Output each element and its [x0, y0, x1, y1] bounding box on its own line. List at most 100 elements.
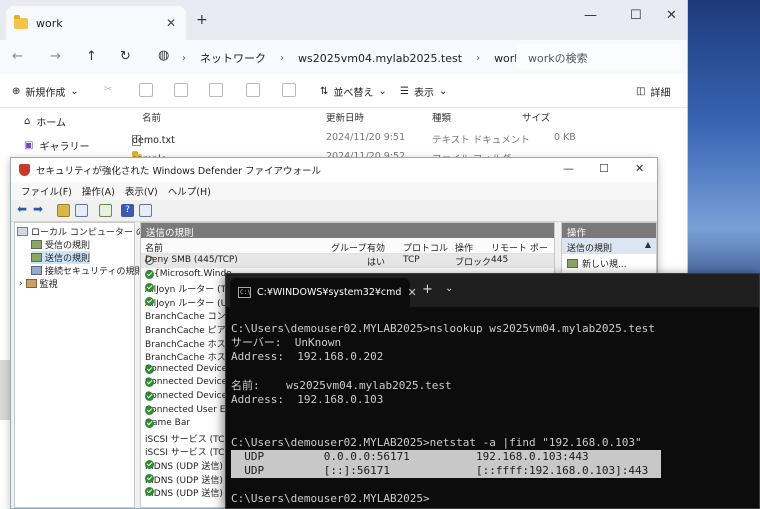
breadcrumb-network[interactable]: ネットワーク [200, 50, 266, 66]
rule-name: mDNS (UDP 送信) [145, 462, 223, 472]
column-protocol[interactable]: プロトコル [403, 241, 448, 254]
sidebar-item-gallery[interactable]: ▣ ギャラリー [24, 138, 89, 153]
terminal-output[interactable]: C:\Users\demouser02.MYLAB2025>nslookup w… [231, 322, 756, 506]
terminal-line: C:\Users\demouser02.MYLAB2025>netstat -a… [231, 435, 642, 449]
terminal-tab[interactable]: C:\ C:¥WINDOWS¥system32¥cmd ✕ [230, 278, 417, 307]
rule-name: Deny SMB (445/TCP) [145, 255, 238, 265]
cmd-icon: C:\ [238, 287, 251, 298]
terminal-line: Address: 192.168.0.202 [231, 350, 384, 364]
file-name: demo.txt [132, 135, 175, 146]
column-type[interactable]: 種類 [432, 110, 451, 124]
refresh-icon[interactable]: ↻ [120, 49, 131, 64]
chevron-right-icon: › [476, 52, 481, 64]
file-type: テキスト ドキュメント [432, 135, 530, 146]
breadcrumb-host[interactable]: ws2025vm04.mylab2025.test [298, 52, 462, 65]
details-button-label: 詳細 [650, 88, 671, 99]
help-icon[interactable]: ? [121, 204, 134, 217]
menu-file[interactable]: ファイル(F) [21, 184, 72, 198]
terminal-window: C:\ C:¥WINDOWS¥system32¥cmd ✕ + ⌄ C:\Use… [225, 273, 760, 509]
forward-arrow-icon[interactable]: → [50, 49, 61, 64]
cut-icon[interactable]: ✂ [104, 84, 112, 95]
maximize-icon[interactable]: ☐ [630, 8, 642, 23]
breadcrumb[interactable]: › ネットワーク › ws2025vm04.mylab2025.test › w… [182, 50, 539, 66]
maximize-icon[interactable]: ☐ [599, 162, 609, 175]
show-tree-icon[interactable] [75, 204, 88, 217]
new-button[interactable]: ⊕ 新規作成 ⌄ [12, 84, 79, 99]
explorer-command-bar: ⊕ 新規作成 ⌄ ✂ ⇅ 並べ替え ⌄ ☰ 表示 ⌄ ◫ 詳細 [0, 74, 687, 108]
export-icon[interactable] [99, 204, 112, 217]
menu-view[interactable]: 表示(V) [125, 184, 158, 198]
chevron-right-icon[interactable]: › [19, 279, 23, 289]
tree-item-inbound[interactable]: 受信の規則 [31, 238, 90, 251]
rename-icon[interactable] [209, 83, 223, 97]
explorer-tab[interactable]: work ✕ [6, 6, 186, 40]
rule-row[interactable]: Deny SMB (445/TCP) はい TCP ブロック 445 [141, 254, 554, 268]
details-button[interactable]: ◫ 詳細 [636, 84, 670, 99]
share-icon[interactable] [246, 83, 260, 97]
column-size[interactable]: サイズ [522, 110, 550, 124]
forward-arrow-icon[interactable]: ➡ [33, 202, 46, 216]
rule-action: ブロック [455, 258, 492, 268]
enabled-check-icon [145, 392, 154, 401]
sort-button[interactable]: ⇅ 並べ替え ⌄ [320, 84, 387, 99]
new-tab-button[interactable]: + [196, 12, 208, 28]
menu-help[interactable]: ヘルプ(H) [168, 184, 211, 198]
terminal-line: C:\Users\demouser02.MYLAB2025>nslookup w… [231, 322, 655, 335]
column-group[interactable]: グループ [331, 241, 366, 254]
inbound-rules-icon [31, 240, 42, 249]
action-new-rule[interactable]: 新しい規... [562, 254, 656, 273]
tree-item-connection-security[interactable]: 接続セキュリティの規則 [31, 264, 143, 277]
column-enabled[interactable]: 有効 [367, 241, 385, 254]
terminal-line: 名前: ws2025vm04.mylab2025.test [231, 378, 452, 392]
chevron-right-icon: › [280, 52, 284, 64]
connection-security-icon [31, 266, 42, 275]
enabled-check-icon [145, 405, 154, 415]
actions-section-header[interactable]: 送信の規則 ▲ [562, 238, 656, 254]
close-icon[interactable]: ✕ [635, 162, 644, 175]
search-input[interactable]: workの検索 [516, 44, 682, 70]
delete-icon[interactable] [282, 83, 296, 97]
back-arrow-icon[interactable]: ← [12, 49, 23, 64]
chevron-down-icon: ⌄ [438, 86, 448, 97]
column-name[interactable]: 名前 [142, 110, 161, 124]
back-arrow-icon[interactable]: ⬅ [17, 202, 30, 216]
column-name[interactable]: 名前 [145, 241, 163, 254]
column-action[interactable]: 操作 [455, 241, 473, 254]
file-modified: 2024/11/20 9:51 [326, 132, 406, 143]
close-icon[interactable]: ✕ [666, 8, 677, 23]
sidebar-item-label: ホーム [36, 118, 67, 129]
enabled-check-icon [145, 364, 154, 374]
new-tab-button[interactable]: + [422, 282, 433, 297]
actions-section-label: 送信の規則 [567, 244, 613, 254]
up-arrow-icon[interactable]: ↑ [86, 49, 97, 64]
menu-action[interactable]: 操作(A) [82, 184, 115, 198]
network-globe-icon: ◍ [158, 48, 170, 63]
rule-name: AllJoyn ルーター (UD [145, 298, 235, 309]
sidebar-item-home[interactable]: ⌂ ホーム [24, 114, 66, 129]
collapse-arrow-icon[interactable]: ▲ [645, 240, 651, 249]
up-folder-icon[interactable] [57, 204, 70, 217]
copy-icon[interactable] [139, 83, 153, 97]
paste-icon[interactable] [174, 83, 188, 97]
terminal-line: C:\Users\demouser02.MYLAB2025> [231, 492, 430, 506]
chevron-down-icon[interactable]: ⌄ [445, 283, 453, 294]
tree-item-outbound[interactable]: 送信の規則 [31, 251, 91, 264]
column-modified[interactable]: 更新日時 [326, 110, 364, 124]
tree-item-monitoring[interactable]: › 監視 [19, 277, 58, 291]
properties-icon[interactable] [139, 204, 152, 217]
view-button[interactable]: ☰ 表示 ⌄ [400, 84, 447, 99]
tree-item-label: 監視 [39, 280, 58, 290]
minimize-icon[interactable]: — [563, 162, 574, 175]
enabled-check-icon [145, 460, 154, 469]
minimize-icon[interactable]: — [584, 8, 597, 23]
file-row[interactable]: demo.txt 2024/11/20 9:51 テキスト ドキュメント 0 K… [130, 129, 688, 147]
rule-name: BranchCache ホスト [145, 353, 235, 364]
file-list-header: 名前 更新日時 種類 サイズ [130, 108, 688, 124]
actions-pane-title: 操作 [562, 223, 656, 239]
explorer-tab-title: work [36, 16, 63, 30]
tree-item-label: 接続セキュリティの規則 [45, 267, 144, 277]
close-tab-icon[interactable]: ✕ [166, 16, 176, 30]
close-tab-icon[interactable]: ✕ [407, 286, 416, 299]
